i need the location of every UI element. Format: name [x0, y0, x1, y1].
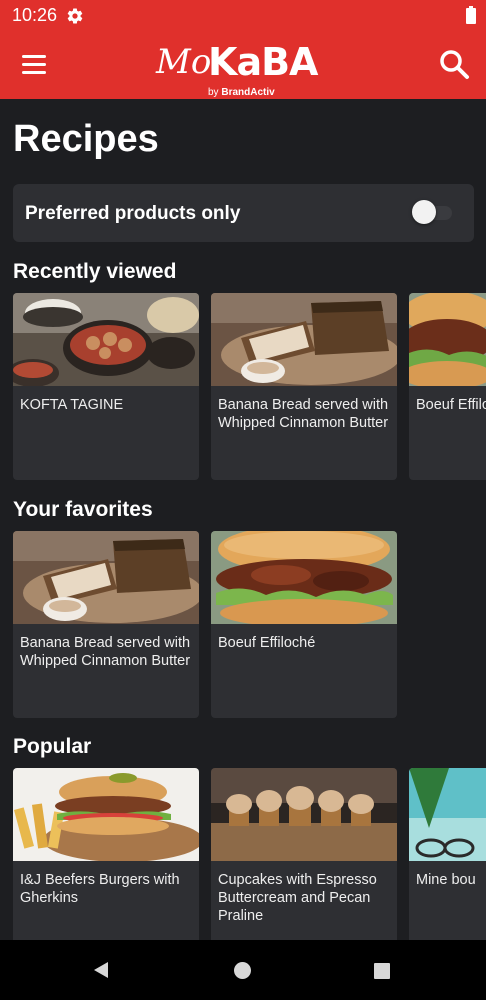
- recipe-card[interactable]: Boeuf Effiloché: [409, 293, 486, 480]
- recipe-card[interactable]: I&J Beefers Burgers with Gherkins: [13, 768, 199, 940]
- status-bar: 10:26: [0, 0, 486, 30]
- app-bar: Mo KaBA by BrandActiv: [0, 30, 486, 99]
- popular-row: I&J Beefers Burgers with Gherkins Cupcak…: [0, 768, 486, 940]
- section-title-recent: Recently viewed: [13, 260, 177, 283]
- recipe-image-burger: [13, 768, 199, 861]
- recipe-card[interactable]: KOFTA TAGINE: [13, 293, 199, 480]
- recipe-image-banana-bread: [211, 293, 397, 386]
- logo-byline: by BrandActiv: [208, 87, 275, 98]
- section-title-favorites: Your favorites: [13, 498, 153, 521]
- recipe-card[interactable]: Banana Bread served with Whipped Cinnamo…: [13, 531, 199, 718]
- favorites-row: Banana Bread served with Whipped Cinnamo…: [0, 531, 486, 718]
- recipe-title: Boeuf Effiloché: [218, 635, 316, 651]
- recipe-image-kofta: [13, 293, 199, 386]
- status-time: 10:26: [12, 5, 58, 25]
- recipe-title: Banana Bread served with Whipped Cinnamo…: [218, 397, 389, 431]
- recipe-image-beach: [409, 768, 486, 861]
- page-title: Recipes: [13, 118, 159, 160]
- preferred-products-toggle[interactable]: [412, 200, 452, 224]
- recipe-image-boeuf: [409, 293, 486, 386]
- app-logo: Mo KaBA by BrandActiv: [150, 38, 340, 98]
- recipe-title: KOFTA TAGINE: [20, 397, 124, 413]
- home-icon[interactable]: [234, 962, 251, 979]
- recipe-card[interactable]: Banana Bread served with Whipped Cinnamo…: [211, 293, 397, 480]
- recipe-image-cupcakes: [211, 768, 397, 861]
- search-icon[interactable]: [436, 46, 472, 82]
- recipe-image-banana-bread: [13, 531, 199, 624]
- recipe-card[interactable]: Boeuf Effiloché: [211, 531, 397, 718]
- logo-main: KaBA: [208, 40, 318, 84]
- battery-icon: [466, 6, 476, 24]
- recent-row: KOFTA TAGINE Banana Bread served with Wh…: [0, 293, 486, 480]
- recipe-title: Boeuf Effiloché: [416, 397, 486, 413]
- system-navigation-bar: [0, 940, 486, 1000]
- logo-script: Mo: [156, 42, 212, 82]
- recipe-image-boeuf: [211, 531, 397, 624]
- preferred-products-label: Preferred products only: [25, 203, 241, 224]
- back-icon[interactable]: [92, 961, 110, 979]
- recipe-title: I&J Beefers Burgers with Gherkins: [20, 872, 180, 906]
- section-title-popular: Popular: [13, 735, 92, 758]
- menu-button[interactable]: [18, 48, 52, 82]
- recipe-title: Mine bou: [416, 872, 476, 888]
- preferred-products-card: Preferred products only: [13, 184, 474, 242]
- recents-icon[interactable]: [374, 963, 390, 979]
- recipe-card[interactable]: Cupcakes with Espresso Buttercream and P…: [211, 768, 397, 940]
- recipe-card[interactable]: Mine bou: [409, 768, 486, 940]
- recipe-title: Cupcakes with Espresso Buttercream and P…: [218, 872, 377, 924]
- gear-icon: [67, 8, 83, 24]
- recipe-title: Banana Bread served with Whipped Cinnamo…: [20, 635, 191, 669]
